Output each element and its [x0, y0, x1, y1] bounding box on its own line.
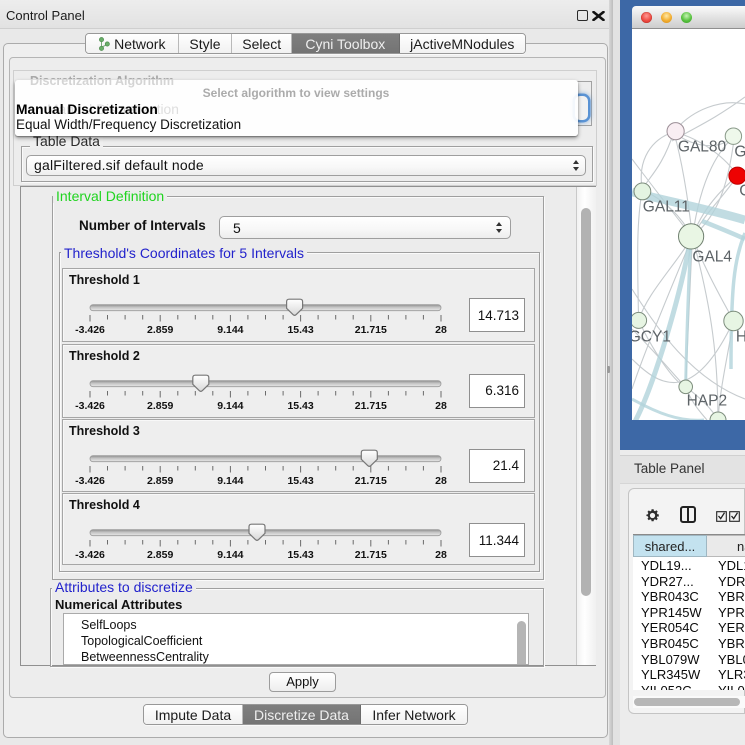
svg-text:28: 28 — [435, 400, 447, 412]
svg-text:21.715: 21.715 — [355, 475, 387, 487]
svg-text:28: 28 — [435, 549, 447, 561]
svg-text:15.43: 15.43 — [287, 549, 313, 561]
svg-text:GCY1: GCY1 — [632, 329, 671, 346]
svg-text:28: 28 — [435, 475, 447, 487]
svg-text:9.144: 9.144 — [217, 475, 243, 487]
svg-text:21.715: 21.715 — [355, 324, 387, 336]
svg-text:-3.426: -3.426 — [75, 475, 105, 487]
svg-text:-3.426: -3.426 — [75, 549, 105, 561]
svg-text:HAP2: HAP2 — [687, 393, 728, 410]
svg-text:15.43: 15.43 — [287, 324, 313, 336]
svg-text:9.144: 9.144 — [217, 400, 243, 412]
svg-text:15.43: 15.43 — [287, 475, 313, 487]
svg-text:-3.426: -3.426 — [75, 400, 105, 412]
svg-text:GAL11: GAL11 — [643, 199, 690, 216]
svg-text:GAL4: GAL4 — [692, 249, 732, 266]
svg-text:28: 28 — [435, 324, 447, 336]
svg-text:21.715: 21.715 — [355, 549, 387, 561]
svg-text:-3.426: -3.426 — [75, 324, 105, 336]
svg-text:2.859: 2.859 — [147, 549, 173, 561]
svg-text:2.859: 2.859 — [147, 475, 173, 487]
svg-text:21.715: 21.715 — [355, 400, 387, 412]
svg-text:2.859: 2.859 — [147, 400, 173, 412]
svg-text:GA: GA — [734, 144, 745, 161]
svg-text:GAL80: GAL80 — [678, 139, 727, 156]
svg-text:C: C — [739, 183, 745, 200]
svg-text:9.144: 9.144 — [217, 549, 243, 561]
svg-text:2.859: 2.859 — [147, 324, 173, 336]
svg-text:15.43: 15.43 — [287, 400, 313, 412]
svg-text:H: H — [736, 329, 745, 346]
svg-text:9.144: 9.144 — [217, 324, 243, 336]
